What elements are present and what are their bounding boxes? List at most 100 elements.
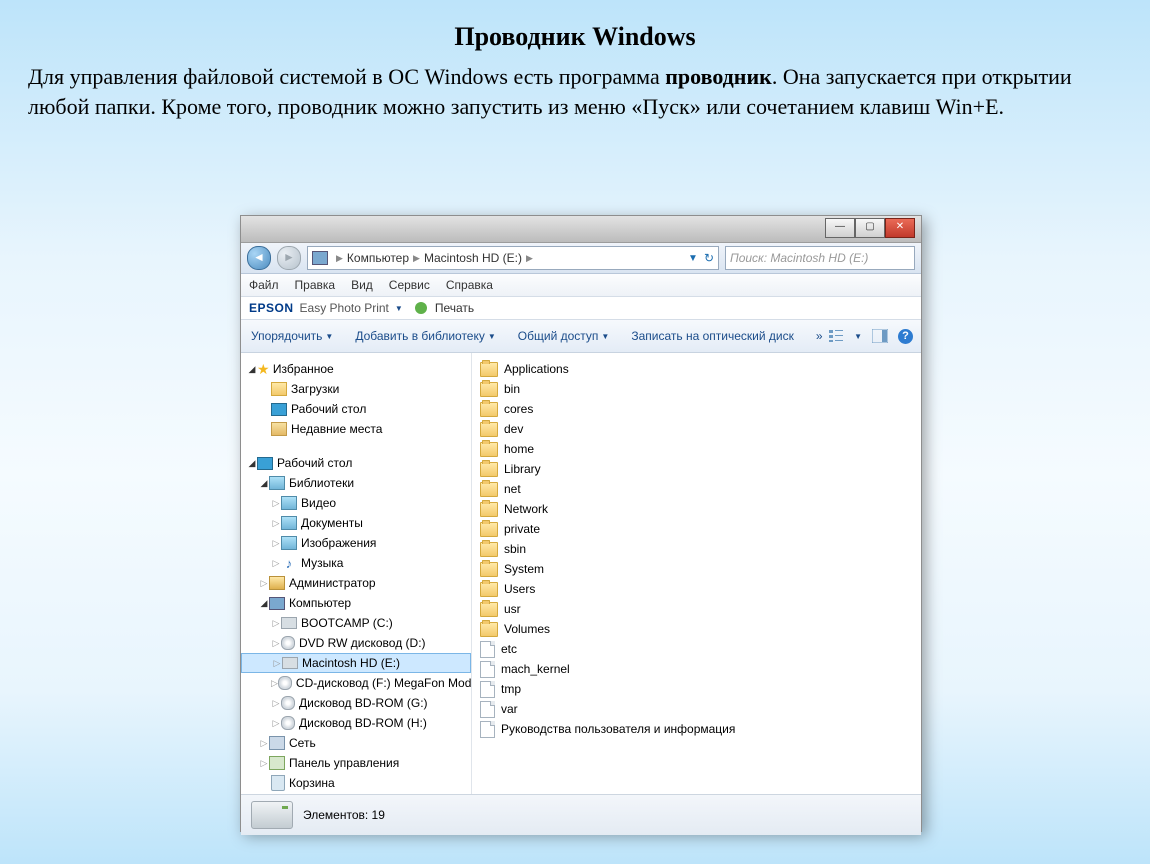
list-item[interactable]: home	[472, 439, 921, 459]
share-button[interactable]: Общий доступ▼	[518, 329, 610, 343]
add-library-button[interactable]: Добавить в библиотеку▼	[355, 329, 495, 343]
tree-libraries[interactable]: ◢Библиотеки	[241, 473, 471, 493]
nav-forward-button[interactable]: ►	[277, 246, 301, 270]
folder-icon	[480, 582, 498, 597]
list-item[interactable]: private	[472, 519, 921, 539]
close-button[interactable]: ✕	[885, 218, 915, 238]
list-item[interactable]: sbin	[472, 539, 921, 559]
disc-icon	[278, 676, 292, 690]
list-item[interactable]: mach_kernel	[472, 659, 921, 679]
burn-button[interactable]: Записать на оптический диск	[631, 329, 794, 343]
para-text-a: Для управления файловой системой в ОС Wi…	[28, 64, 665, 89]
help-icon[interactable]: ?	[898, 329, 913, 344]
epson-text[interactable]: Easy Photo Print	[300, 301, 389, 315]
list-item[interactable]: Руководства пользователя и информация	[472, 719, 921, 739]
tree-computer[interactable]: ◢Компьютер	[241, 593, 471, 613]
folder-icon	[480, 482, 498, 497]
toolbar-overflow[interactable]: »	[816, 329, 823, 343]
organize-button[interactable]: Упорядочить▼	[251, 329, 333, 343]
list-item[interactable]: bin	[472, 379, 921, 399]
list-item[interactable]: Users	[472, 579, 921, 599]
menubar: Файл Правка Вид Сервис Справка	[241, 274, 921, 297]
slide-body: Для управления файловой системой в ОС Wi…	[0, 52, 1150, 121]
disc-icon	[281, 636, 295, 650]
menu-service[interactable]: Сервис	[389, 278, 430, 292]
list-item[interactable]: System	[472, 559, 921, 579]
folder-icon	[480, 382, 498, 397]
folder-icon	[480, 622, 498, 637]
content-area: ◢★ Избранное Загрузки Рабочий стол Недав…	[241, 353, 921, 794]
tree-macintosh-hd[interactable]: ▷Macintosh HD (E:)	[241, 653, 471, 673]
chevron-right-icon: ▶	[336, 253, 343, 264]
network-icon	[269, 736, 285, 750]
status-bar: Элементов: 19	[241, 794, 921, 835]
tree-desktop-fav[interactable]: Рабочий стол	[241, 399, 471, 419]
dropdown-icon[interactable]: ▼	[854, 332, 862, 341]
tree-recent[interactable]: Недавние места	[241, 419, 471, 439]
titlebar[interactable]: — ▢ ✕	[241, 216, 921, 243]
drive-icon	[282, 657, 298, 669]
tree-control-panel[interactable]: ▷Панель управления	[241, 753, 471, 773]
tree-desktop[interactable]: ◢Рабочий стол	[241, 453, 471, 473]
list-item[interactable]: tmp	[472, 679, 921, 699]
tree-bdh[interactable]: ▷Дисковод BD-ROM (H:)	[241, 713, 471, 733]
list-item[interactable]: net	[472, 479, 921, 499]
maximize-button[interactable]: ▢	[855, 218, 885, 238]
folder-icon	[480, 522, 498, 537]
menu-edit[interactable]: Правка	[295, 278, 336, 292]
video-icon	[281, 496, 297, 510]
view-options-icon[interactable]	[828, 329, 844, 343]
tree-downloads[interactable]: Загрузки	[241, 379, 471, 399]
downloads-icon	[271, 382, 287, 396]
list-item[interactable]: usr	[472, 599, 921, 619]
disc-icon	[281, 716, 295, 730]
file-icon	[480, 641, 495, 658]
chevron-right-icon: ▶	[413, 253, 420, 264]
list-item[interactable]: var	[472, 699, 921, 719]
refresh-icon[interactable]: ↻	[704, 251, 714, 265]
list-item[interactable]: Library	[472, 459, 921, 479]
tree-pictures[interactable]: ▷Изображения	[241, 533, 471, 553]
pictures-icon	[281, 536, 297, 550]
menu-view[interactable]: Вид	[351, 278, 373, 292]
tree-video[interactable]: ▷Видео	[241, 493, 471, 513]
music-icon: ♪	[281, 556, 297, 571]
list-item[interactable]: Volumes	[472, 619, 921, 639]
tree-bdg[interactable]: ▷Дисковод BD-ROM (G:)	[241, 693, 471, 713]
list-item[interactable]: cores	[472, 399, 921, 419]
tree-network[interactable]: ▷Сеть	[241, 733, 471, 753]
list-item[interactable]: etc	[472, 639, 921, 659]
tree-recycle[interactable]: Корзина	[241, 773, 471, 793]
list-item[interactable]: Network	[472, 499, 921, 519]
tree-dvdrw[interactable]: ▷DVD RW дисковод (D:)	[241, 633, 471, 653]
search-input[interactable]: Поиск: Macintosh HD (E:)	[725, 246, 915, 270]
list-item[interactable]: Applications	[472, 359, 921, 379]
tree-bootcamp[interactable]: ▷BOOTCAMP (C:)	[241, 613, 471, 633]
epson-print[interactable]: Печать	[435, 301, 474, 315]
slide-title: Проводник Windows	[0, 0, 1150, 52]
navigation-pane[interactable]: ◢★ Избранное Загрузки Рабочий стол Недав…	[241, 353, 472, 794]
tree-cddrive[interactable]: ▷CD-дисковод (F:) MegaFon Modem	[241, 673, 471, 693]
tree-admin[interactable]: ▷Администратор	[241, 573, 471, 593]
tree-documents[interactable]: ▷Документы	[241, 513, 471, 533]
minimize-button[interactable]: —	[825, 218, 855, 238]
folder-icon	[480, 502, 498, 517]
tree-music[interactable]: ▷♪Музыка	[241, 553, 471, 573]
dropdown-icon[interactable]: ▼	[395, 304, 403, 313]
folder-icon	[480, 422, 498, 437]
breadcrumb-seg2[interactable]: Macintosh HD (E:)	[424, 251, 522, 265]
disc-icon	[281, 696, 295, 710]
breadcrumb[interactable]: ▶ Компьютер ▶ Macintosh HD (E:) ▶ ▼ ↻	[307, 246, 719, 270]
dropdown-icon[interactable]: ▼	[688, 253, 698, 264]
file-list[interactable]: Applications bin cores dev home Library …	[472, 353, 921, 794]
recycle-icon	[271, 775, 285, 791]
breadcrumb-seg1[interactable]: Компьютер	[347, 251, 409, 265]
menu-help[interactable]: Справка	[446, 278, 493, 292]
preview-pane-icon[interactable]	[872, 329, 888, 343]
menu-file[interactable]: Файл	[249, 278, 279, 292]
tree-favorites[interactable]: ◢★ Избранное	[241, 359, 471, 379]
epson-toolbar: EPSON Easy Photo Print ▼ Печать	[241, 297, 921, 320]
nav-back-button[interactable]: ◄	[247, 246, 271, 270]
list-item[interactable]: dev	[472, 419, 921, 439]
documents-icon	[281, 516, 297, 530]
